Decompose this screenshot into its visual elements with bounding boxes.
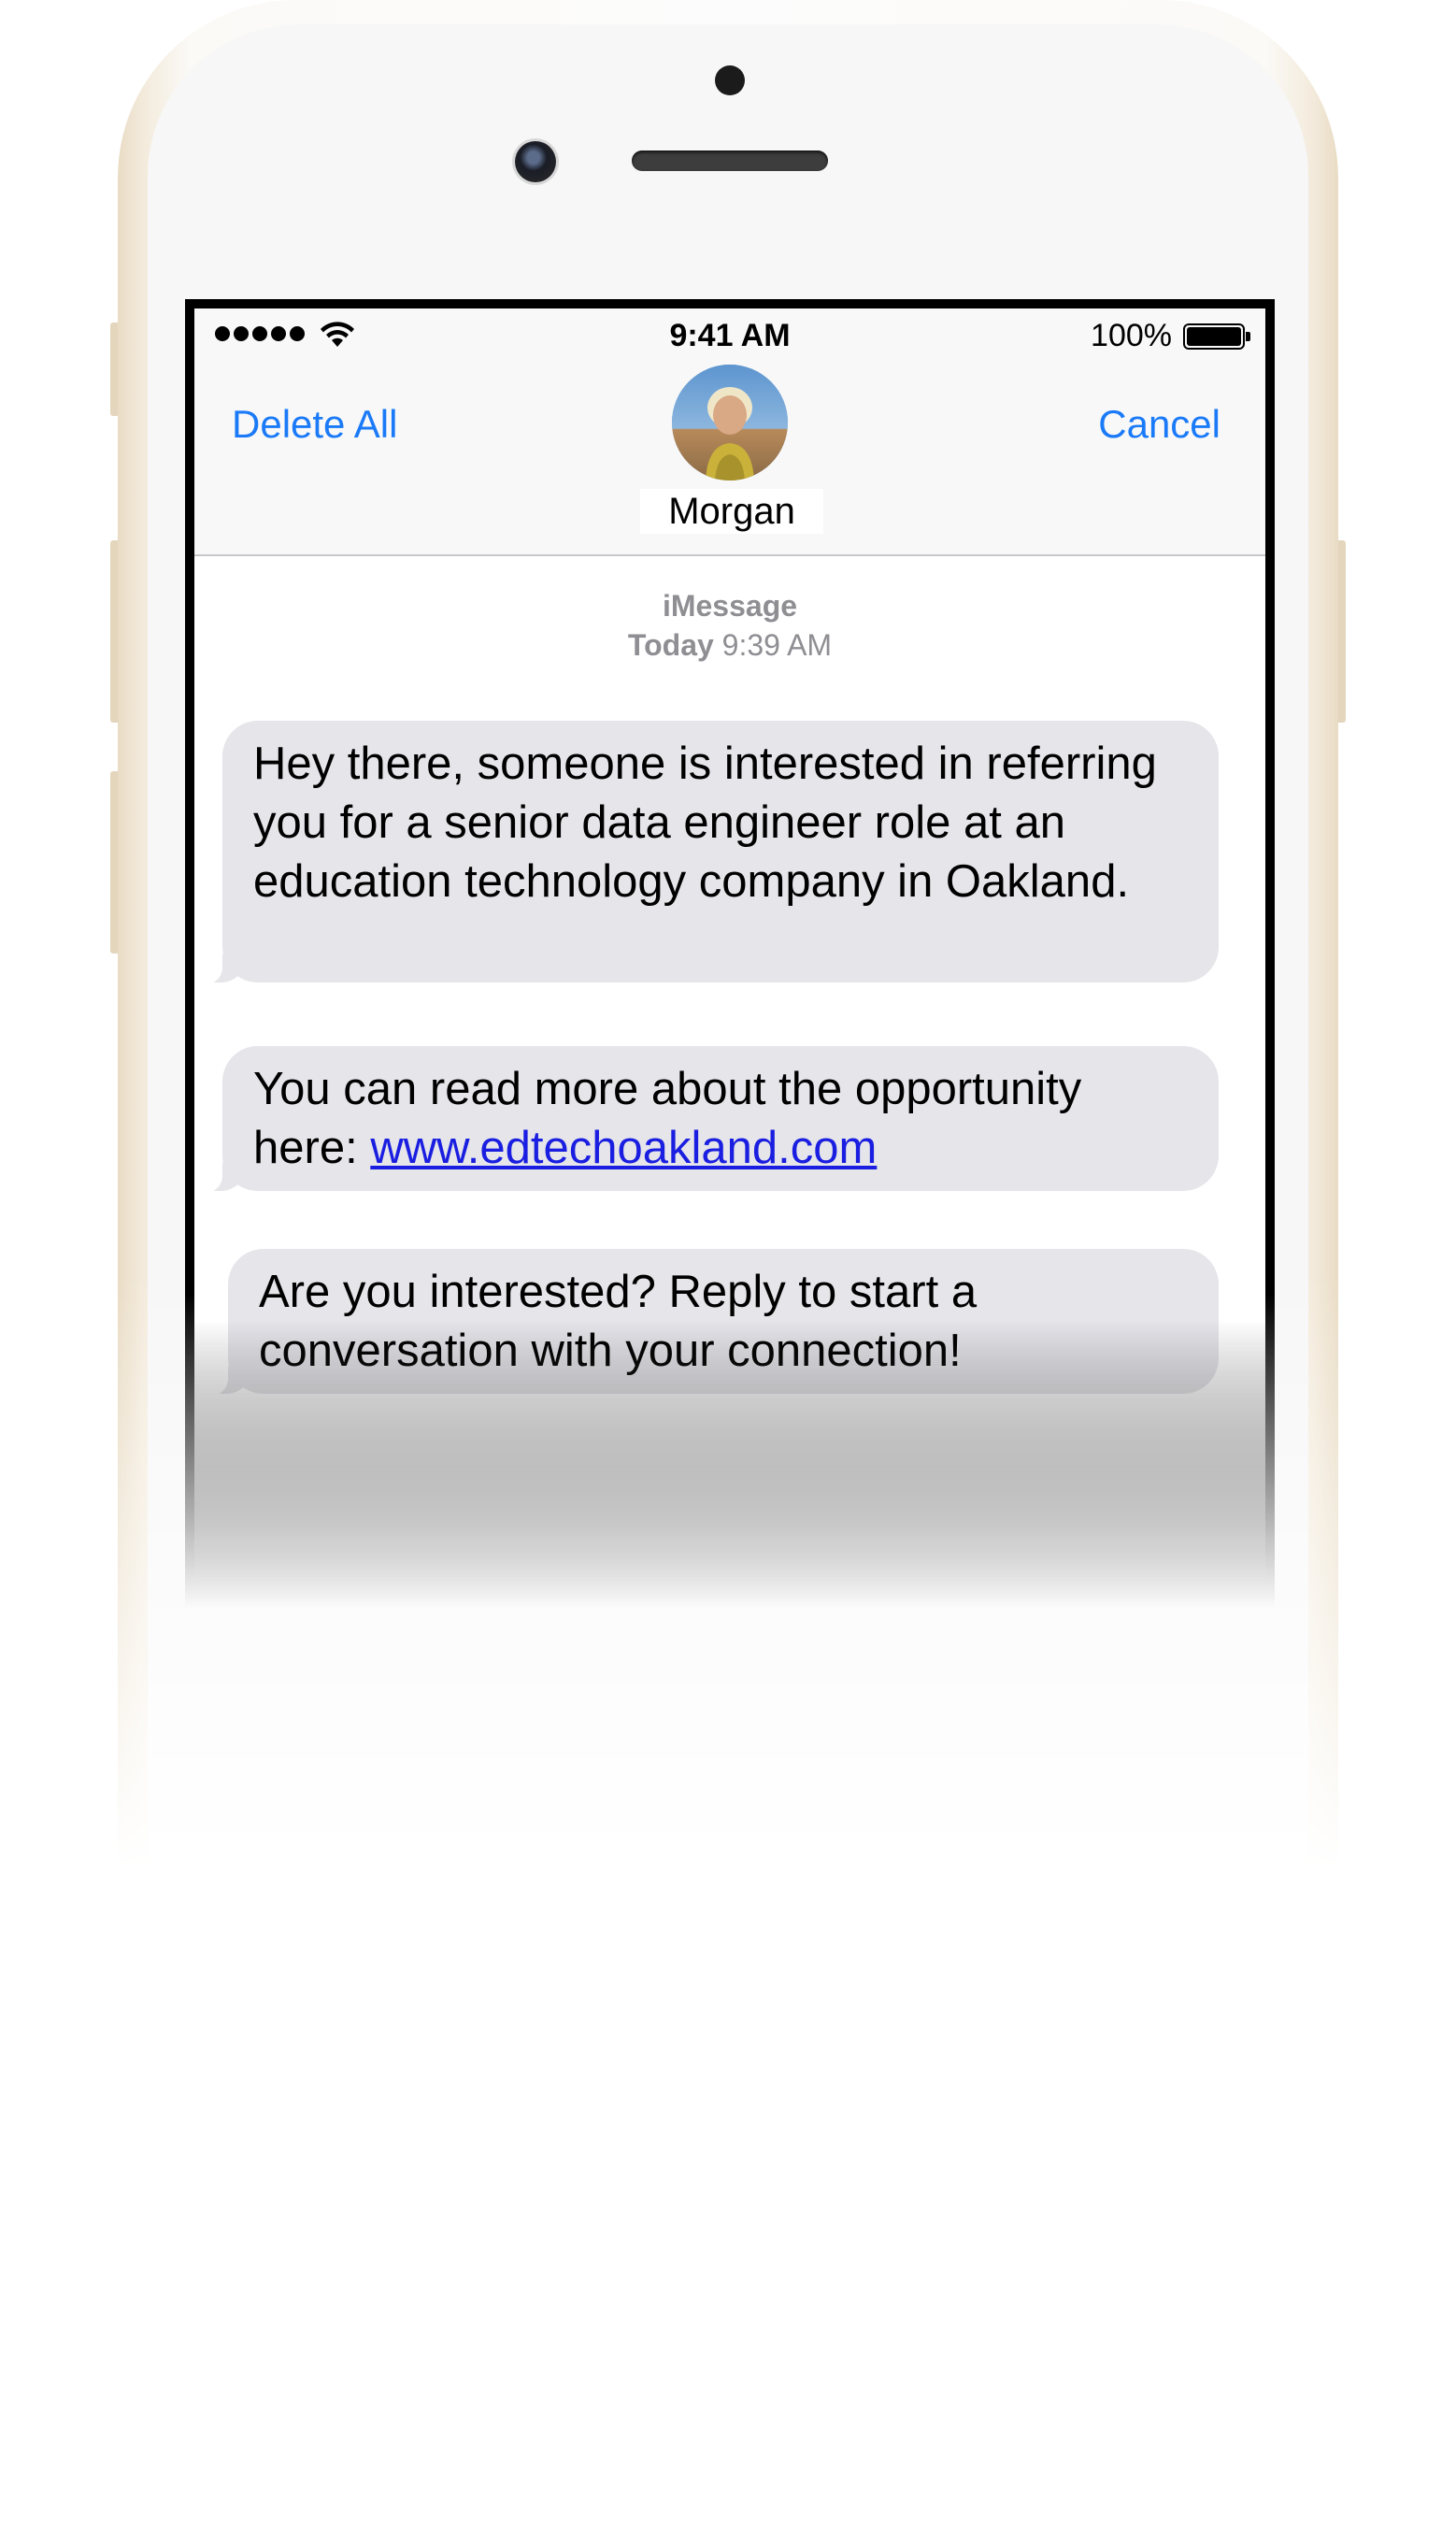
messages-screen: 9:41 AM 100% Delete All Cancel Morgan iM… <box>194 308 1265 1589</box>
contact-avatar[interactable] <box>672 365 788 480</box>
message-text: Hey there, someone is interested in refe… <box>253 739 1157 907</box>
message-text: Are you interested? Reply to start a con… <box>259 1267 978 1376</box>
message-bubble[interactable]: You can read more about the opportunity … <box>198 1046 1219 1193</box>
thread-day: Today <box>627 628 714 662</box>
thread-timestamp: Today 9:39 AM <box>194 628 1265 663</box>
front-camera-icon <box>515 141 556 182</box>
message-bubble[interactable]: Are you interested? Reply to start a con… <box>204 1249 1219 1396</box>
message-bubble[interactable]: Hey there, someone is interested in refe… <box>198 721 1219 984</box>
status-bar: 9:41 AM 100% <box>194 308 1265 365</box>
contact-name-box[interactable]: Morgan <box>640 489 823 534</box>
thread-time: 9:39 AM <box>721 628 833 662</box>
proximity-sensor-icon <box>715 65 745 95</box>
contact-name: Morgan <box>668 490 795 532</box>
nav-divider <box>194 554 1265 556</box>
cancel-button[interactable]: Cancel <box>1098 402 1220 447</box>
earpiece-icon <box>632 151 828 171</box>
delete-all-button[interactable]: Delete All <box>232 402 397 447</box>
service-label: iMessage <box>662 589 798 623</box>
opportunity-link[interactable]: www.edtechoakland.com <box>370 1123 877 1173</box>
navigation-bar: 9:41 AM 100% Delete All Cancel Morgan <box>194 308 1265 554</box>
battery-icon <box>1183 323 1250 350</box>
battery-percentage: 100% <box>1091 318 1172 353</box>
